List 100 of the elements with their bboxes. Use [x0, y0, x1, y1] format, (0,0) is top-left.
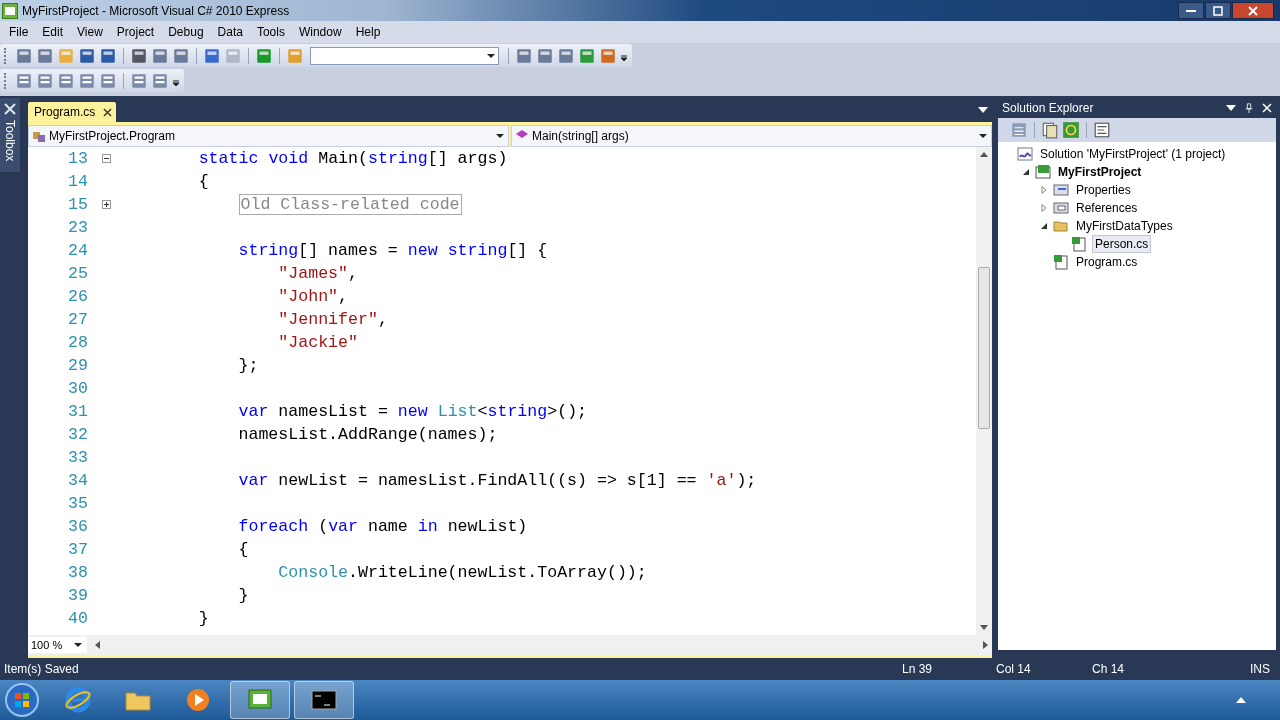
- type-dropdown[interactable]: MyFirstProject.Program: [28, 125, 509, 147]
- line-number: 31: [67, 402, 88, 421]
- menu-item[interactable]: Edit: [35, 25, 71, 39]
- scrollbar-thumb[interactable]: [978, 267, 990, 429]
- solution-icon: [1017, 146, 1033, 162]
- line-number: 14: [67, 172, 88, 191]
- toolbox-tab[interactable]: Toolbox: [0, 98, 20, 172]
- maximize-button[interactable]: [1205, 2, 1231, 19]
- dropdown-icon[interactable]: [1226, 103, 1236, 113]
- window-title: MyFirstProject - Microsoft Visual C# 2010 Express: [22, 3, 290, 18]
- line-number: 25: [67, 264, 88, 283]
- refresh-icon[interactable]: [1062, 121, 1080, 139]
- expand-icon[interactable]: [101, 200, 111, 209]
- scroll-left-icon[interactable]: [95, 641, 100, 649]
- line-number: 28: [67, 333, 88, 352]
- pin-icon[interactable]: [1244, 103, 1254, 113]
- scroll-right-icon[interactable]: [983, 641, 988, 649]
- app-icon: [2, 2, 18, 19]
- document-tab[interactable]: Program.cs: [28, 102, 117, 122]
- line-number: 29: [67, 356, 88, 375]
- scroll-down-icon[interactable]: [980, 625, 988, 630]
- csharp-file-icon: [1071, 236, 1087, 252]
- tree-item[interactable]: MyFirstDataTypes: [1074, 218, 1175, 234]
- line-number: 26: [67, 287, 88, 306]
- menu-item[interactable]: Window: [291, 25, 349, 39]
- collapsed-arrow-icon[interactable]: [1040, 204, 1048, 212]
- line-number: 35: [67, 494, 88, 513]
- code-line: Console.WriteLine(newList.ToArray());: [277, 563, 647, 582]
- code-line: "Jennifer",: [277, 310, 388, 329]
- caret-icon: [487, 53, 495, 58]
- zoom-dropdown[interactable]: 100 %: [28, 637, 87, 653]
- menu-item[interactable]: Debug: [161, 25, 211, 39]
- expanded-arrow-icon[interactable]: [1022, 168, 1030, 176]
- tree-item[interactable]: Properties: [1074, 182, 1133, 198]
- line-number: 37: [67, 540, 88, 559]
- line-number: 32: [67, 425, 88, 444]
- code-line: "Jackie": [277, 333, 358, 352]
- scroll-up-icon[interactable]: [980, 152, 988, 157]
- minimize-button[interactable]: [1178, 2, 1204, 19]
- collapsed-arrow-icon[interactable]: [1040, 186, 1048, 194]
- line-number: 38: [67, 563, 88, 582]
- menu-item[interactable]: Project: [109, 25, 162, 39]
- line-number: 40: [67, 609, 88, 628]
- folder-icon: [1053, 218, 1069, 234]
- code-line: var namesList = new List<string>();: [237, 402, 588, 421]
- tree-item[interactable]: References: [1074, 200, 1140, 216]
- column-indicator: Col 14: [996, 662, 1032, 676]
- line-number: 13: [67, 149, 88, 168]
- expanded-arrow-icon[interactable]: [1040, 222, 1048, 230]
- close-icon[interactable]: [103, 107, 113, 117]
- caret-icon: [74, 643, 83, 647]
- menu-item[interactable]: Data: [210, 25, 250, 39]
- collapsed-region[interactable]: Old Class-related code: [238, 194, 462, 215]
- taskbar-button[interactable]: [294, 681, 354, 719]
- code-line: };: [237, 356, 259, 375]
- code-line: static void Main(string[] args): [197, 149, 508, 168]
- menu-item[interactable]: Help: [348, 25, 388, 39]
- code-line: {: [197, 172, 209, 191]
- tree-item[interactable]: Person.cs: [1092, 235, 1152, 253]
- menu-item[interactable]: View: [70, 25, 110, 39]
- csharp-project-icon: [1035, 164, 1051, 180]
- close-icon: [1248, 5, 1258, 16]
- class-icon: [32, 129, 46, 143]
- line-number: 24: [67, 241, 88, 260]
- menu-item[interactable]: Tools: [249, 25, 292, 39]
- play-icon: [184, 686, 212, 714]
- line-number: 23: [67, 218, 88, 237]
- code-line: "James",: [277, 264, 358, 283]
- dropdown-icon[interactable]: [978, 107, 988, 113]
- minimize-icon: [1186, 9, 1196, 12]
- line-number: 15: [67, 195, 88, 214]
- globe-e-icon: [64, 686, 92, 714]
- caret-icon: [496, 134, 504, 138]
- menu-item[interactable]: File: [2, 25, 36, 39]
- properties-folder-icon: [1053, 182, 1069, 198]
- line-number: 30: [67, 379, 88, 398]
- close-button[interactable]: [1232, 2, 1274, 19]
- caret-icon: [979, 134, 987, 138]
- line-number: 27: [67, 310, 88, 329]
- status-message: Item(s) Saved: [4, 662, 80, 676]
- code-line: var newList = namesList.FindAll((s) => s[1] == 'a');: [237, 471, 757, 490]
- tree-item[interactable]: Program.cs: [1074, 254, 1140, 270]
- references-folder-icon: [1053, 200, 1069, 216]
- tree-item[interactable]: Solution 'MyFirstProject' (1 project): [1038, 146, 1228, 162]
- start-button[interactable]: [4, 682, 40, 718]
- code-line: "John",: [277, 287, 349, 306]
- tree-item[interactable]: MyFirstProject: [1056, 164, 1144, 180]
- code-line: string[] names = new string[] {: [237, 241, 548, 260]
- line-indicator: Ln 39: [902, 662, 934, 676]
- solution-config-combo[interactable]: [310, 46, 499, 65]
- show-hidden-icons[interactable]: [1236, 697, 1246, 703]
- collapse-icon[interactable]: [101, 154, 111, 163]
- panel-title: Solution Explorer: [1002, 101, 1095, 115]
- csharp-file-icon: [1053, 254, 1069, 270]
- member-dropdown[interactable]: Main(string[] args): [511, 125, 992, 147]
- show-all-files-icon[interactable]: [1041, 121, 1059, 139]
- line-number: 34: [67, 471, 88, 490]
- code-line: }: [197, 609, 209, 628]
- code-line: foreach (var name in newList): [237, 517, 528, 536]
- view-code-icon[interactable]: [1093, 121, 1111, 139]
